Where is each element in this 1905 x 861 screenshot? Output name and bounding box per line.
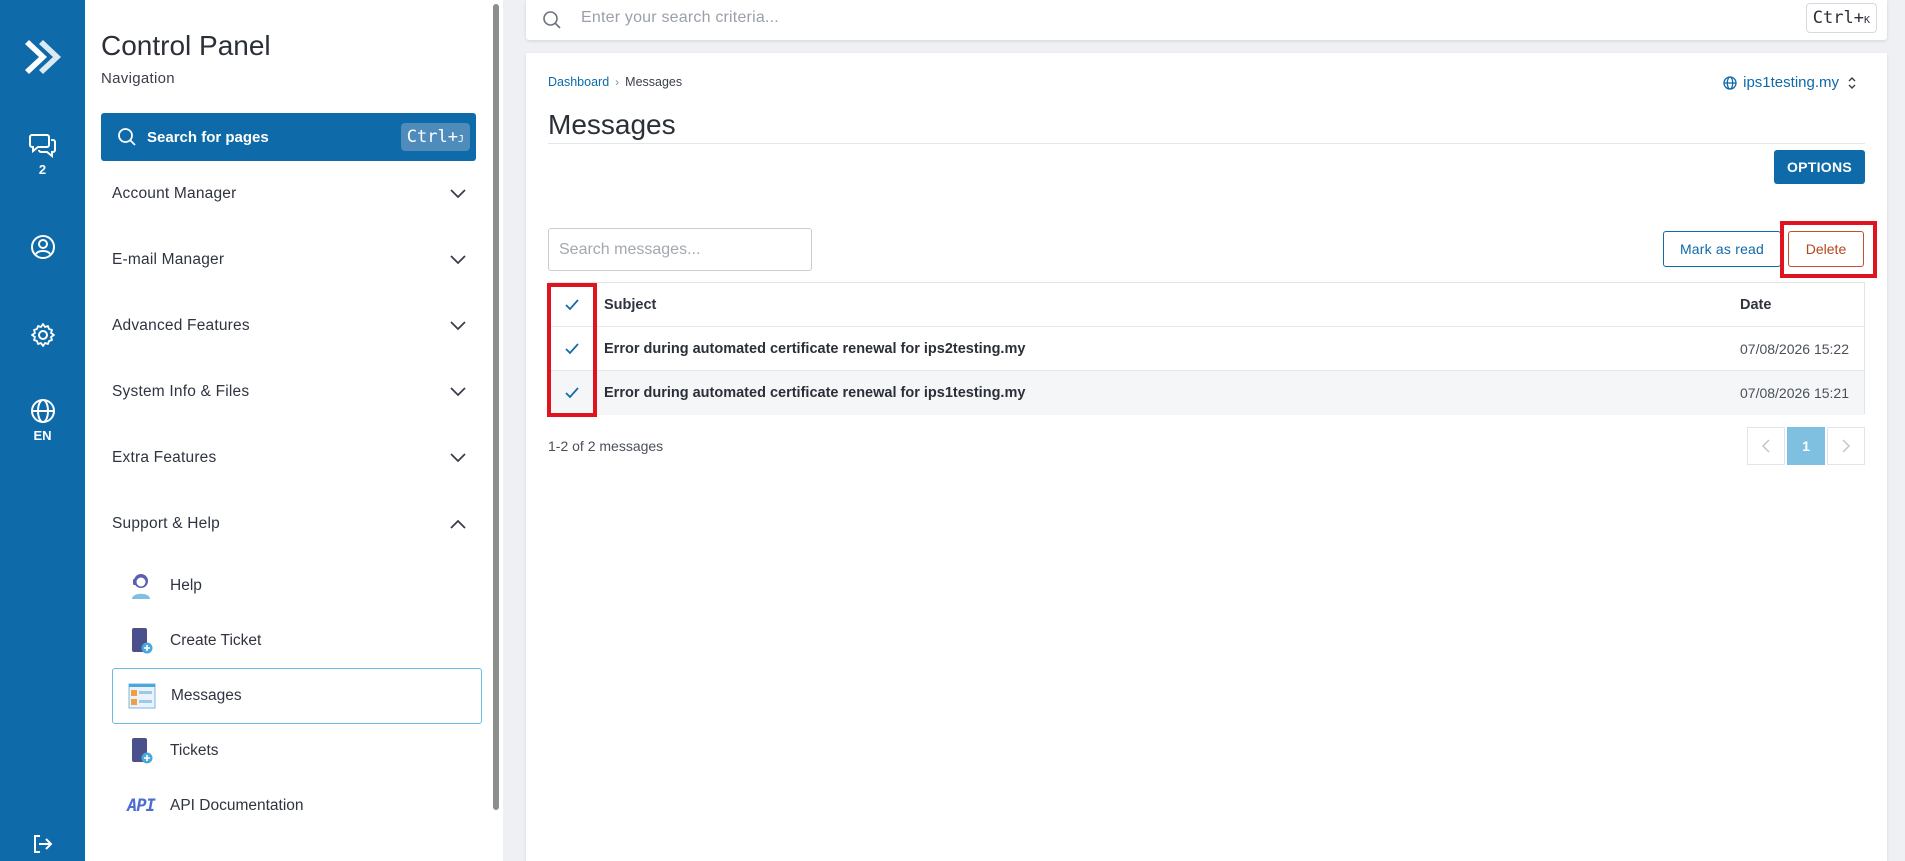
table-row[interactable]: Error during automated certificate renew… — [549, 371, 1864, 415]
breadcrumb: Dashboard › Messages — [548, 75, 682, 89]
sidebar-title: Control Panel — [101, 30, 271, 61]
message-subject[interactable]: Error during automated certificate renew… — [604, 385, 1025, 401]
chevron-down-icon — [450, 189, 466, 199]
sidebar-sub-label: Tickets — [170, 742, 219, 759]
sidebar-item-label: Advanced Features — [112, 317, 250, 334]
sidebar-item-advanced-features[interactable]: Advanced Features — [112, 306, 467, 346]
message-count: 1-2 of 2 messages — [548, 438, 664, 454]
pagination-page-current[interactable]: 1 — [1787, 427, 1825, 465]
rail-messages[interactable]: 2 — [0, 132, 85, 177]
search-icon — [543, 11, 561, 29]
breadcrumb-dashboard[interactable]: Dashboard — [548, 75, 609, 89]
column-header-date[interactable]: Date — [1740, 297, 1771, 313]
mark-as-read-button[interactable]: Mark as read — [1663, 231, 1781, 267]
sidebar-subtitle: Navigation — [101, 70, 175, 87]
chat-badge-count: 2 — [38, 162, 47, 177]
search-icon — [118, 128, 136, 146]
sidebar-item-extra-features[interactable]: Extra Features — [112, 438, 467, 478]
rail-account[interactable] — [0, 234, 85, 260]
messages-search-input[interactable] — [548, 228, 812, 271]
logo[interactable] — [0, 36, 85, 78]
table-header-row: Subject Date — [549, 283, 1864, 327]
sidebar-item-system-info[interactable]: System Info & Files — [112, 372, 467, 412]
page-title: Messages — [548, 109, 676, 140]
page-search-label: Search for pages — [147, 128, 269, 146]
pagination-next[interactable] — [1827, 427, 1865, 465]
gear-icon — [30, 323, 55, 347]
logout-icon — [33, 835, 52, 853]
sidebar-sub-tickets[interactable]: Tickets — [112, 723, 482, 779]
sidebar-sub-label: Create Ticket — [170, 632, 262, 649]
main-content: Dashboard › Messages ips1testing.my Mess… — [526, 53, 1887, 861]
chat-icon — [28, 134, 56, 158]
pagination: 1 — [1745, 427, 1865, 465]
messages-icon — [128, 681, 156, 711]
domain-selector-value: ips1testing.my — [1743, 74, 1839, 91]
chevron-up-icon — [450, 519, 466, 529]
rail-settings[interactable] — [0, 322, 85, 348]
message-date: 07/08/2026 15:21 — [1740, 385, 1849, 401]
icon-rail: 2 EN — [0, 0, 85, 861]
sidebar-item-label: Account Manager — [112, 185, 237, 202]
pagination-prev[interactable] — [1747, 427, 1785, 465]
breadcrumb-separator-icon: › — [615, 75, 620, 89]
messages-table: Subject Date Error during automated cert… — [548, 282, 1865, 415]
help-agent-icon — [127, 571, 155, 601]
sidebar-sub-messages[interactable]: Messages — [112, 668, 482, 724]
delete-highlight-box — [1780, 221, 1877, 278]
chevron-down-icon — [450, 453, 466, 463]
sidebar-item-label: Extra Features — [112, 449, 217, 466]
message-date: 07/08/2026 15:22 — [1740, 340, 1849, 357]
logo-icon — [24, 40, 61, 74]
sidebar-sub-label: Messages — [171, 687, 242, 704]
column-header-subject[interactable]: Subject — [604, 297, 656, 313]
chevron-down-icon — [450, 255, 466, 265]
sidebar-item-label: System Info & Files — [112, 383, 250, 400]
sidebar-scrollbar[interactable] — [493, 4, 499, 810]
rail-language[interactable]: EN — [0, 398, 85, 443]
chevron-down-icon — [450, 387, 466, 397]
page-search-shortcut: Ctrl+J — [400, 123, 470, 151]
domain-selector[interactable]: ips1testing.my — [1723, 74, 1857, 91]
global-search-shortcut: Ctrl+K — [1805, 3, 1877, 33]
sidebar-sub-label: API Documentation — [170, 797, 304, 814]
title-divider — [548, 143, 1865, 144]
sidebar-item-email-manager[interactable]: E-mail Manager — [112, 240, 467, 280]
create-ticket-icon — [127, 626, 155, 656]
language-label: EN — [33, 428, 52, 443]
sidebar-item-label: E-mail Manager — [112, 251, 225, 268]
sidebar-sub-help[interactable]: Help — [112, 558, 482, 614]
chevron-down-icon — [450, 321, 466, 331]
globe-icon — [30, 399, 55, 423]
page-search-button[interactable]: Search for pages Ctrl+J — [101, 113, 476, 161]
chevron-updown-icon — [1848, 76, 1856, 89]
message-subject[interactable]: Error during automated certificate renew… — [604, 341, 1025, 357]
sidebar-sub-api-documentation[interactable]: API API Documentation — [112, 778, 482, 834]
rail-logout[interactable] — [0, 832, 85, 856]
sidebar-sub-create-ticket[interactable]: Create Ticket — [112, 613, 482, 669]
sidebar-sub-label: Help — [170, 577, 202, 594]
checkbox-highlight-box — [547, 283, 597, 417]
sidebar: Control Panel Navigation Search for page… — [85, 0, 503, 861]
breadcrumb-current: Messages — [625, 75, 683, 89]
chevron-right-icon — [1842, 439, 1851, 453]
tickets-icon — [127, 736, 155, 766]
sidebar-item-label: Support & Help — [112, 515, 220, 532]
user-circle-icon — [30, 235, 55, 259]
global-search-input[interactable]: Enter your search criteria... — [581, 9, 779, 27]
api-icon: API — [127, 796, 156, 816]
table-row[interactable]: Error during automated certificate renew… — [549, 327, 1864, 371]
globe-icon — [1723, 75, 1737, 90]
options-button[interactable]: OPTIONS — [1774, 150, 1865, 184]
global-search-bar[interactable]: Enter your search criteria... Ctrl+K — [526, 0, 1887, 40]
sidebar-item-support-help[interactable]: Support & Help — [112, 504, 467, 544]
chevron-left-icon — [1761, 439, 1770, 453]
sidebar-item-account-manager[interactable]: Account Manager — [112, 174, 467, 214]
